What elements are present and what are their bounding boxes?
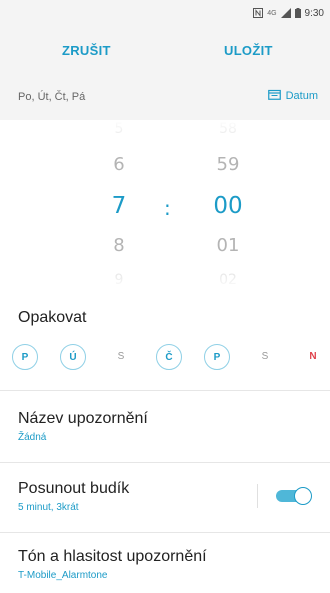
- weekday-selector: P Ú S Č P S N: [12, 344, 324, 372]
- action-bar: ZRUŠIT ULOŽIT: [0, 34, 330, 68]
- alarm-name-title: Název upozornění: [18, 410, 148, 427]
- hour-option[interactable]: 6: [99, 154, 139, 175]
- day-sunday[interactable]: N: [300, 344, 326, 370]
- tone-item[interactable]: Tón a hlasitost upozornění T-Mobile_Alar…: [0, 548, 330, 588]
- day-friday[interactable]: P: [204, 344, 230, 370]
- picker-fade-top: [0, 120, 330, 154]
- day-tuesday[interactable]: Ú: [60, 344, 86, 370]
- repeat-title: Opakovat: [18, 309, 87, 326]
- day-saturday[interactable]: S: [252, 344, 278, 370]
- status-time: 9:30: [304, 7, 324, 19]
- tone-title: Tón a hlasitost upozornění: [18, 548, 207, 565]
- status-bar: 4G 9:30: [253, 6, 324, 20]
- day-thursday[interactable]: Č: [156, 344, 182, 370]
- tone-value: T-Mobile_Alarmtone: [18, 570, 108, 581]
- day-wednesday[interactable]: S: [108, 344, 134, 370]
- date-button[interactable]: Datum: [267, 89, 318, 103]
- time-picker: 5 6 7 8 9 : 58 59 00 01 02: [0, 120, 330, 290]
- day-monday[interactable]: P: [12, 344, 38, 370]
- toggle-separator: [257, 484, 258, 508]
- toggle-knob: [294, 487, 312, 505]
- minute-option[interactable]: 59: [208, 154, 248, 175]
- time-separator: :: [164, 196, 171, 220]
- picker-fade-bottom: [0, 260, 330, 290]
- snooze-toggle[interactable]: [276, 487, 312, 505]
- snooze-item[interactable]: Posunout budík 5 minut, 3krát: [0, 480, 330, 520]
- minute-option[interactable]: 01: [208, 235, 248, 256]
- hour-option[interactable]: 8: [99, 235, 139, 256]
- nfc-icon: [253, 8, 264, 18]
- signal-icon: [280, 8, 291, 18]
- snooze-title: Posunout budík: [18, 480, 130, 497]
- network-type-icon: 4G: [267, 9, 277, 17]
- alarm-name-value: Žádná: [18, 432, 47, 443]
- cancel-button[interactable]: ZRUŠIT: [62, 34, 111, 68]
- hour-selected[interactable]: 7: [99, 193, 139, 219]
- calendar-icon: [267, 89, 281, 103]
- snooze-value: 5 minut, 3krát: [18, 502, 79, 513]
- divider: [0, 532, 330, 533]
- days-summary-row: Po, Út, Čt, Pá Datum: [0, 80, 330, 116]
- save-button[interactable]: ULOŽIT: [224, 34, 273, 68]
- battery-icon: [294, 8, 301, 18]
- alarm-name-item[interactable]: Název upozornění Žádná: [0, 410, 330, 450]
- divider: [0, 390, 330, 391]
- days-summary-text: Po, Út, Čt, Pá: [18, 91, 86, 103]
- minute-selected[interactable]: 00: [208, 193, 248, 219]
- date-button-label: Datum: [285, 90, 318, 102]
- divider: [0, 462, 330, 463]
